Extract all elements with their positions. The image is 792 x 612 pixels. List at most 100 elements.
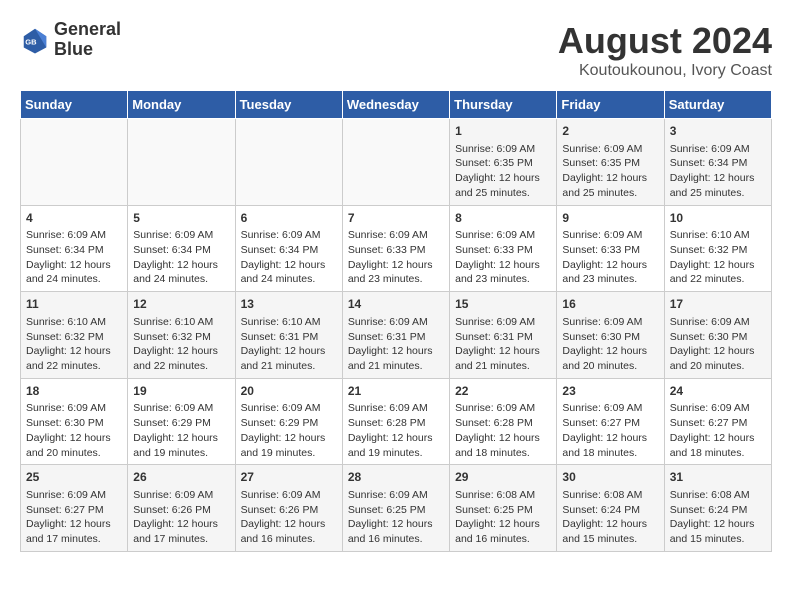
calendar-cell: 7Sunrise: 6:09 AMSunset: 6:33 PMDaylight…: [342, 205, 449, 292]
cell-text: and 21 minutes.: [241, 359, 337, 374]
calendar-cell: 10Sunrise: 6:10 AMSunset: 6:32 PMDayligh…: [664, 205, 771, 292]
cell-text: and 24 minutes.: [26, 272, 122, 287]
weekday-header-monday: Monday: [128, 91, 235, 119]
weekday-header-friday: Friday: [557, 91, 664, 119]
cell-text: and 16 minutes.: [455, 532, 551, 547]
cell-text: Sunrise: 6:09 AM: [455, 228, 551, 243]
cell-text: Sunrise: 6:09 AM: [26, 401, 122, 416]
day-number: 12: [133, 296, 229, 313]
title-area: August 2024 Koutoukounou, Ivory Coast: [558, 20, 772, 80]
sub-title: Koutoukounou, Ivory Coast: [558, 62, 772, 80]
day-number: 13: [241, 296, 337, 313]
cell-text: Sunrise: 6:09 AM: [455, 401, 551, 416]
calendar-cell: 19Sunrise: 6:09 AMSunset: 6:29 PMDayligh…: [128, 378, 235, 465]
cell-text: Sunset: 6:24 PM: [670, 503, 766, 518]
weekday-header-tuesday: Tuesday: [235, 91, 342, 119]
calendar-cell: 18Sunrise: 6:09 AMSunset: 6:30 PMDayligh…: [21, 378, 128, 465]
cell-text: Sunset: 6:31 PM: [348, 330, 444, 345]
day-number: 26: [133, 469, 229, 486]
calendar-table: SundayMondayTuesdayWednesdayThursdayFrid…: [20, 90, 772, 552]
cell-text: Sunrise: 6:09 AM: [455, 142, 551, 157]
cell-text: Daylight: 12 hours: [455, 344, 551, 359]
cell-text: and 25 minutes.: [455, 186, 551, 201]
cell-text: Daylight: 12 hours: [670, 171, 766, 186]
cell-text: Sunrise: 6:09 AM: [670, 401, 766, 416]
calendar-cell: 1Sunrise: 6:09 AMSunset: 6:35 PMDaylight…: [450, 119, 557, 206]
cell-text: Sunrise: 6:08 AM: [562, 488, 658, 503]
cell-text: and 22 minutes.: [133, 359, 229, 374]
cell-text: Daylight: 12 hours: [241, 344, 337, 359]
cell-text: Sunrise: 6:09 AM: [670, 315, 766, 330]
week-row-2: 4Sunrise: 6:09 AMSunset: 6:34 PMDaylight…: [21, 205, 772, 292]
day-number: 21: [348, 383, 444, 400]
cell-text: Sunrise: 6:09 AM: [455, 315, 551, 330]
cell-text: Sunrise: 6:10 AM: [26, 315, 122, 330]
cell-text: Daylight: 12 hours: [133, 431, 229, 446]
calendar-cell: 29Sunrise: 6:08 AMSunset: 6:25 PMDayligh…: [450, 465, 557, 552]
calendar-cell: 5Sunrise: 6:09 AMSunset: 6:34 PMDaylight…: [128, 205, 235, 292]
logo: GB General Blue: [20, 20, 121, 60]
cell-text: Sunset: 6:35 PM: [562, 156, 658, 171]
cell-text: Sunset: 6:33 PM: [562, 243, 658, 258]
calendar-cell: 12Sunrise: 6:10 AMSunset: 6:32 PMDayligh…: [128, 292, 235, 379]
cell-text: Sunset: 6:33 PM: [348, 243, 444, 258]
weekday-header-wednesday: Wednesday: [342, 91, 449, 119]
calendar-cell: 14Sunrise: 6:09 AMSunset: 6:31 PMDayligh…: [342, 292, 449, 379]
calendar-cell: [235, 119, 342, 206]
cell-text: Sunset: 6:32 PM: [133, 330, 229, 345]
cell-text: and 24 minutes.: [133, 272, 229, 287]
cell-text: Sunrise: 6:09 AM: [26, 228, 122, 243]
day-number: 4: [26, 210, 122, 227]
cell-text: Daylight: 12 hours: [455, 258, 551, 273]
cell-text: Daylight: 12 hours: [670, 258, 766, 273]
logo-line1: General: [54, 20, 121, 40]
cell-text: Daylight: 12 hours: [26, 344, 122, 359]
logo-text: General Blue: [54, 20, 121, 60]
cell-text: and 19 minutes.: [133, 446, 229, 461]
weekday-header-thursday: Thursday: [450, 91, 557, 119]
cell-text: Sunrise: 6:09 AM: [562, 142, 658, 157]
day-number: 23: [562, 383, 658, 400]
cell-text: Sunset: 6:34 PM: [133, 243, 229, 258]
cell-text: Daylight: 12 hours: [133, 344, 229, 359]
cell-text: Sunset: 6:27 PM: [562, 416, 658, 431]
cell-text: Sunset: 6:26 PM: [133, 503, 229, 518]
cell-text: Sunset: 6:24 PM: [562, 503, 658, 518]
calendar-cell: 3Sunrise: 6:09 AMSunset: 6:34 PMDaylight…: [664, 119, 771, 206]
day-number: 30: [562, 469, 658, 486]
day-number: 18: [26, 383, 122, 400]
cell-text: Daylight: 12 hours: [241, 258, 337, 273]
cell-text: Daylight: 12 hours: [562, 344, 658, 359]
cell-text: and 17 minutes.: [26, 532, 122, 547]
cell-text: Daylight: 12 hours: [455, 171, 551, 186]
cell-text: Sunrise: 6:09 AM: [348, 315, 444, 330]
cell-text: Sunrise: 6:09 AM: [133, 488, 229, 503]
day-number: 7: [348, 210, 444, 227]
logo-icon: GB: [20, 25, 50, 55]
cell-text: Daylight: 12 hours: [241, 517, 337, 532]
weekday-header-sunday: Sunday: [21, 91, 128, 119]
week-row-3: 11Sunrise: 6:10 AMSunset: 6:32 PMDayligh…: [21, 292, 772, 379]
cell-text: and 19 minutes.: [241, 446, 337, 461]
calendar-cell: 27Sunrise: 6:09 AMSunset: 6:26 PMDayligh…: [235, 465, 342, 552]
cell-text: Daylight: 12 hours: [348, 517, 444, 532]
cell-text: Sunrise: 6:09 AM: [562, 315, 658, 330]
cell-text: Sunrise: 6:09 AM: [241, 488, 337, 503]
cell-text: Daylight: 12 hours: [562, 258, 658, 273]
cell-text: Sunset: 6:33 PM: [455, 243, 551, 258]
cell-text: and 23 minutes.: [562, 272, 658, 287]
day-number: 8: [455, 210, 551, 227]
cell-text: Daylight: 12 hours: [26, 517, 122, 532]
cell-text: and 16 minutes.: [348, 532, 444, 547]
cell-text: Daylight: 12 hours: [348, 258, 444, 273]
cell-text: Sunset: 6:25 PM: [348, 503, 444, 518]
day-number: 15: [455, 296, 551, 313]
cell-text: Sunrise: 6:09 AM: [133, 401, 229, 416]
cell-text: Sunset: 6:28 PM: [455, 416, 551, 431]
calendar-cell: 25Sunrise: 6:09 AMSunset: 6:27 PMDayligh…: [21, 465, 128, 552]
cell-text: and 15 minutes.: [562, 532, 658, 547]
cell-text: and 25 minutes.: [670, 186, 766, 201]
cell-text: Sunset: 6:31 PM: [241, 330, 337, 345]
cell-text: and 19 minutes.: [348, 446, 444, 461]
calendar-cell: 15Sunrise: 6:09 AMSunset: 6:31 PMDayligh…: [450, 292, 557, 379]
